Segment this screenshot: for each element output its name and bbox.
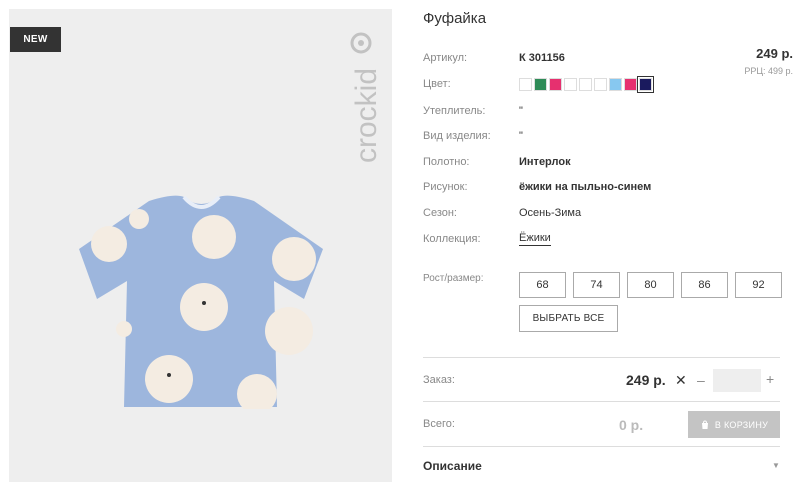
attr-label: Сезон: (423, 207, 457, 219)
color-swatch[interactable] (637, 76, 654, 93)
size-options: 68 74 80 86 92 (519, 272, 782, 298)
product-title: Фуфайка (423, 10, 487, 27)
select-all-button[interactable]: ВЫБРАТЬ ВСЕ (519, 305, 618, 332)
color-swatch[interactable] (624, 78, 637, 91)
attr-label: Вид изделия: (423, 130, 491, 142)
size-option-92[interactable]: 92 (735, 272, 782, 298)
total-label: Всего: (423, 418, 455, 430)
divider (423, 357, 780, 358)
attr-label: Полотно: (423, 156, 470, 168)
product-info: Фуфайка 249 р. РРЦ: 499 р. Артикул: К 30… (423, 0, 793, 482)
size-option-68[interactable]: 68 (519, 272, 566, 298)
attr-label: Рисунок: (423, 181, 468, 193)
add-to-cart-button[interactable]: В КОРЗИНУ (688, 411, 780, 438)
order-price: 249 р. (626, 372, 666, 388)
attr-value: " (519, 130, 523, 142)
divider (423, 401, 780, 402)
attr-label: Артикул: (423, 52, 468, 64)
size-option-80[interactable]: 80 (627, 272, 674, 298)
increment-button[interactable]: + (766, 371, 774, 387)
attr-value: Осень-Зима (519, 207, 582, 219)
color-swatch[interactable] (594, 78, 607, 91)
product-image-panel[interactable]: NEW crockid (9, 9, 392, 482)
svg-text:crockid: crockid (350, 68, 383, 163)
attr-label: Утеплитель: (423, 105, 486, 117)
decrement-button[interactable]: – (697, 372, 705, 388)
attr-value: Интерлок (519, 156, 571, 168)
order-label: Заказ: (423, 374, 455, 386)
chevron-down-icon[interactable]: ▼ (772, 461, 780, 470)
description-toggle[interactable]: Описание (423, 459, 482, 473)
attr-value: ёжики на пыльно-синем (519, 181, 652, 193)
color-swatch[interactable] (549, 78, 562, 91)
color-swatches (519, 76, 654, 93)
cart-icon (701, 419, 708, 429)
tshirt-image (79, 195, 323, 409)
color-swatch[interactable] (579, 78, 592, 91)
brand-logo: crockid (350, 32, 383, 163)
product-price: 249 р. (756, 46, 793, 61)
divider (423, 446, 780, 447)
size-option-74[interactable]: 74 (573, 272, 620, 298)
total-value: 0 р. (619, 417, 644, 433)
color-swatch[interactable] (519, 78, 532, 91)
attr-value: К 301156 (519, 52, 565, 64)
size-option-86[interactable]: 86 (681, 272, 728, 298)
attr-label: Коллекция: (423, 233, 481, 245)
attr-value: " (519, 105, 523, 117)
rrp-price: РРЦ: 499 р. (744, 66, 793, 76)
color-swatch[interactable] (564, 78, 577, 91)
add-to-cart-label: В КОРЗИНУ (714, 419, 769, 430)
quantity-input[interactable] (713, 369, 761, 392)
color-swatch[interactable] (609, 78, 622, 91)
size-label: Рост/размер: (423, 273, 484, 284)
collection-link[interactable]: Ёжики (519, 232, 551, 246)
color-swatch[interactable] (534, 78, 547, 91)
times-icon: ✕ (675, 372, 687, 388)
new-badge: NEW (10, 27, 61, 52)
attr-label: Цвет: (423, 78, 451, 90)
